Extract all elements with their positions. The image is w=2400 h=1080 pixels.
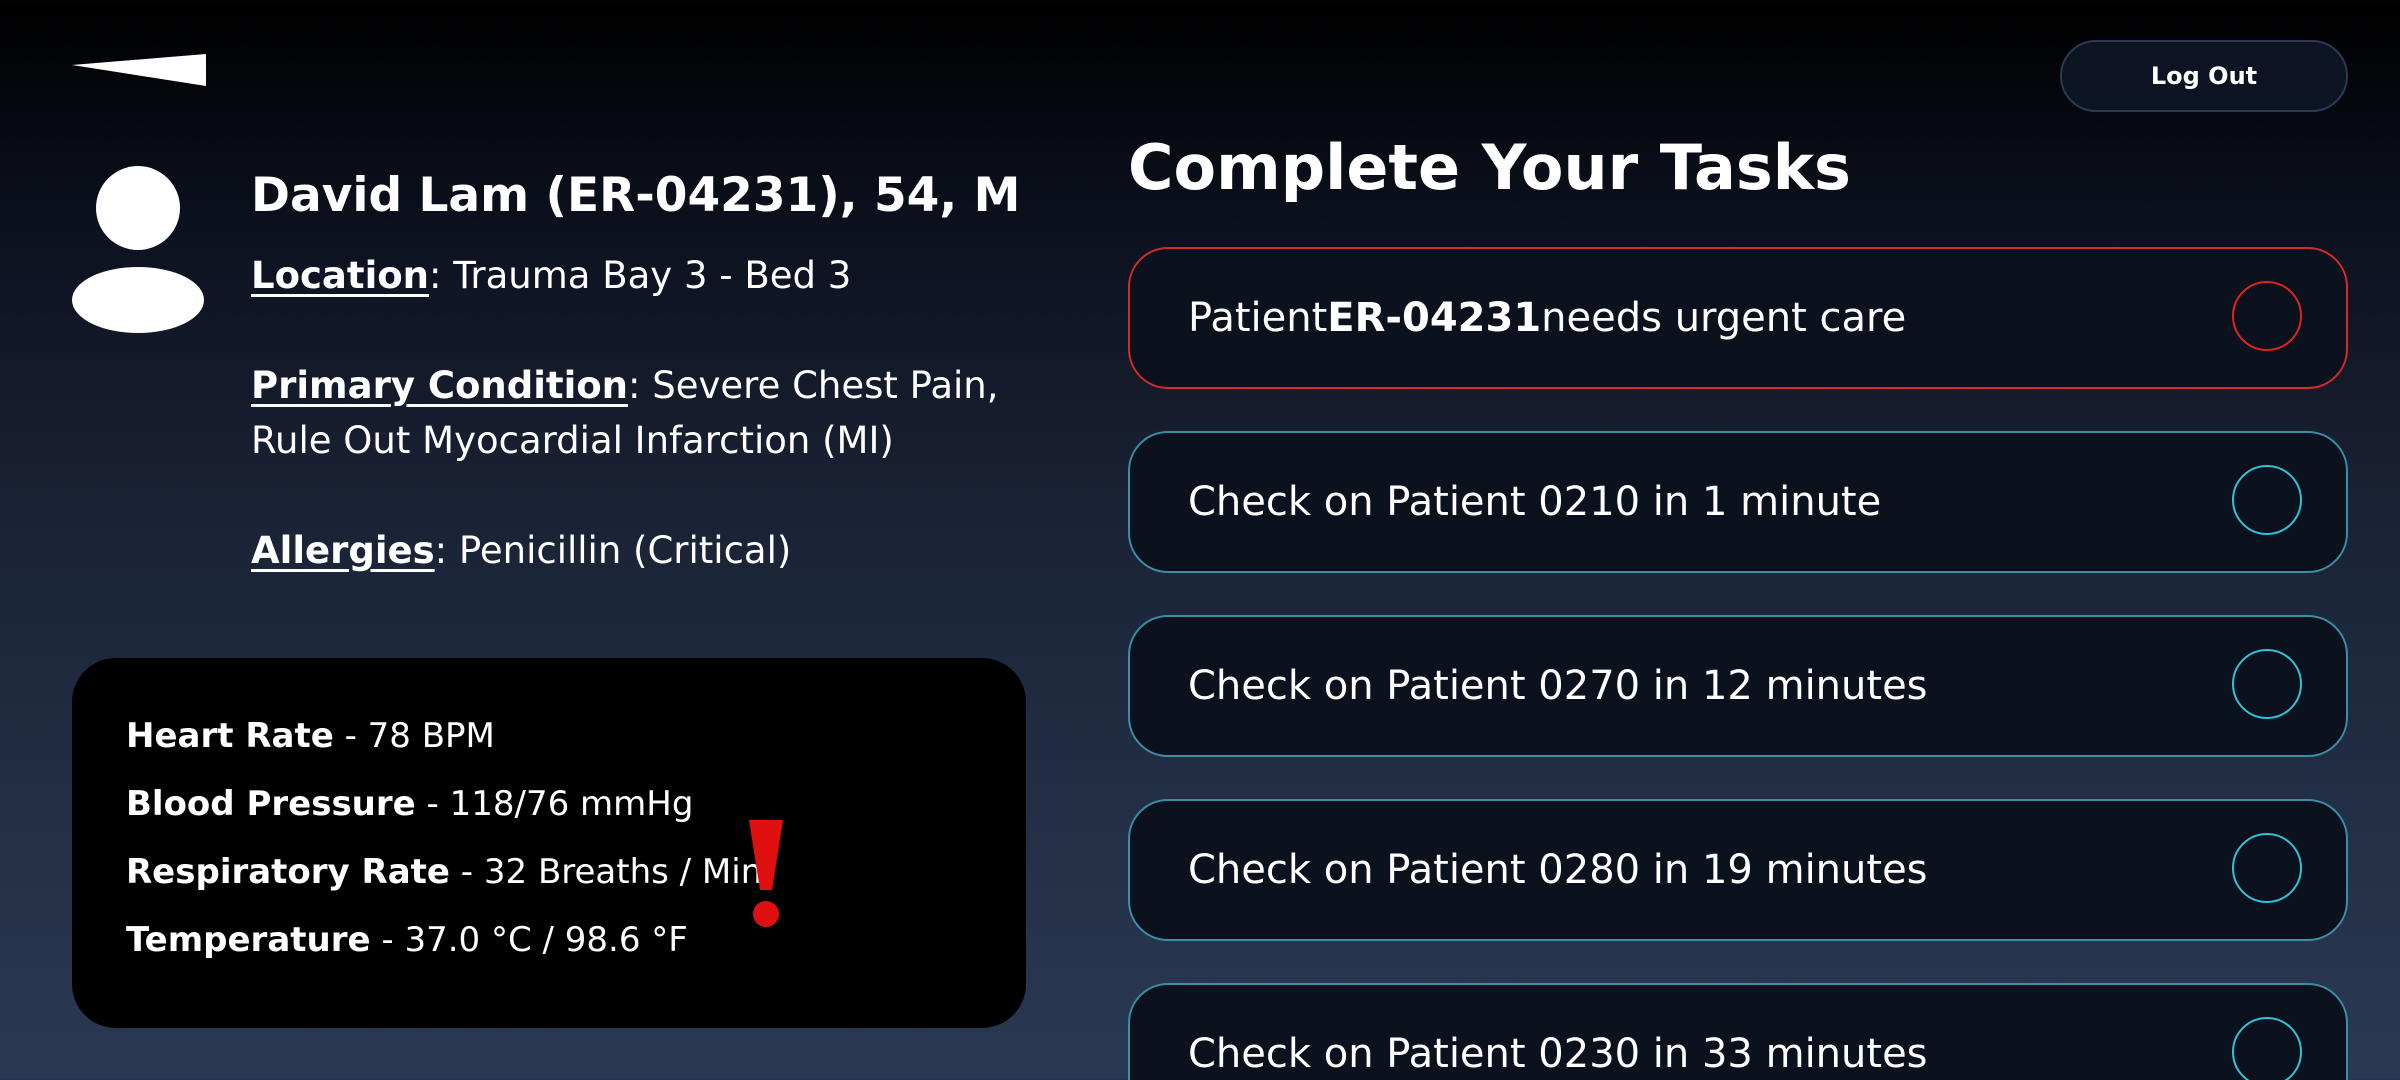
task-text: Patient ER-04231 needs urgent care [1188, 249, 1906, 387]
task-item-urgent[interactable]: Patient ER-04231 needs urgent care [1128, 247, 2348, 389]
vital-heart-rate: Heart Rate - 78 BPM [126, 712, 495, 760]
temperature-value: - 37.0 °C / 98.6 °F [370, 920, 688, 960]
blood-pressure-value: - 118/76 mmHg [415, 784, 694, 824]
task-item[interactable]: Check on Patient 0230 in 33 minutes [1128, 983, 2348, 1080]
patient-name: David Lam (ER-04231), 54, M [251, 168, 1021, 223]
heart-rate-value: - 78 BPM [333, 716, 495, 756]
allergies-label: Allergies [251, 529, 435, 572]
location-value: : Trauma Bay 3 - Bed 3 [429, 254, 852, 297]
vital-temperature: Temperature - 37.0 °C / 98.6 °F [126, 916, 688, 964]
blood-pressure-label: Blood Pressure [126, 784, 416, 824]
respiratory-rate-label: Respiratory Rate [126, 852, 450, 892]
task-item[interactable]: Check on Patient 0270 in 12 minutes [1128, 615, 2348, 757]
task-checkbox[interactable] [2232, 649, 2302, 719]
tasks-title: Complete Your Tasks [1128, 131, 1851, 204]
task-text: Check on Patient 0230 in 33 minutes [1188, 1031, 1928, 1077]
task-item[interactable]: Check on Patient 0210 in 1 minute [1128, 431, 2348, 573]
task-patient-id: ER-04231 [1327, 295, 1542, 341]
exclamation-icon [746, 820, 786, 930]
heart-rate-label: Heart Rate [126, 716, 334, 756]
location-label: Location [251, 254, 430, 297]
temperature-label: Temperature [126, 920, 371, 960]
condition-value-line1: : Severe Chest Pain, [628, 364, 999, 407]
task-text-prefix: Patient [1188, 295, 1328, 341]
person-icon [72, 164, 208, 338]
patient-location: Location: Trauma Bay 3 - Bed 3 [251, 248, 851, 303]
vitals-card: Heart Rate - 78 BPM Blood Pressure - 118… [72, 658, 1026, 1028]
task-checkbox[interactable] [2232, 465, 2302, 535]
patient-allergies: Allergies: Penicillin (Critical) [251, 523, 791, 578]
task-text: Check on Patient 0280 in 19 minutes [1188, 847, 1928, 893]
logout-button[interactable]: Log Out [2060, 40, 2348, 112]
condition-value-line2: Rule Out Myocardial Infarction (MI) [251, 419, 894, 462]
back-wedge-icon[interactable] [72, 54, 208, 86]
task-text-suffix: needs urgent care [1541, 295, 1907, 341]
vital-respiratory-rate: Respiratory Rate - 32 Breaths / Min [126, 848, 762, 896]
task-text: Check on Patient 0270 in 12 minutes [1188, 663, 1928, 709]
task-checkbox[interactable] [2232, 833, 2302, 903]
task-checkbox[interactable] [2232, 1017, 2302, 1080]
task-item[interactable]: Check on Patient 0280 in 19 minutes [1128, 799, 2348, 941]
condition-label: Primary Condition [251, 364, 629, 407]
vital-blood-pressure: Blood Pressure - 118/76 mmHg [126, 780, 693, 828]
respiratory-rate-value: - 32 Breaths / Min [450, 852, 763, 892]
task-checkbox[interactable] [2232, 281, 2302, 351]
task-text: Check on Patient 0210 in 1 minute [1188, 479, 1882, 525]
patient-condition: Primary Condition: Severe Chest Pain, Rul… [251, 358, 999, 468]
allergies-value: : Penicillin (Critical) [434, 529, 792, 572]
